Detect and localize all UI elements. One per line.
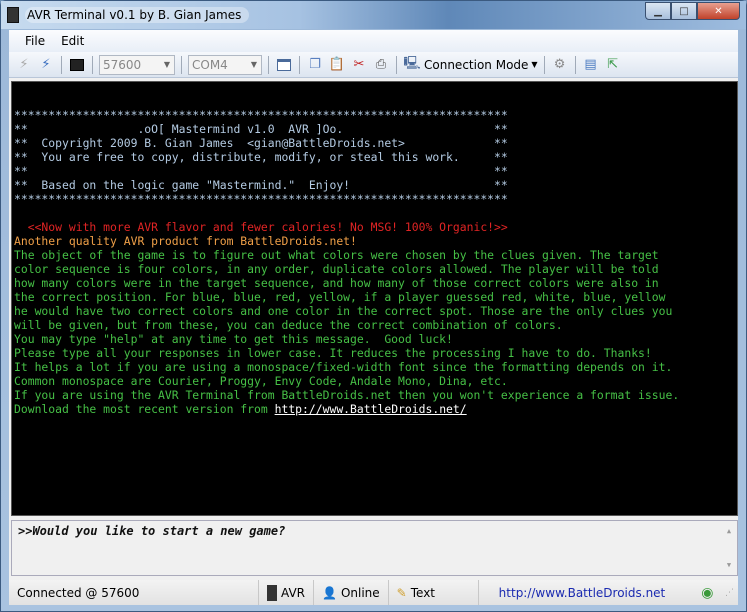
connection-status: Connected @ 57600 [9, 580, 259, 605]
baud-rate-select[interactable]: 57600 ▼ [99, 54, 175, 75]
body-line: You may type "help" at any time to get t… [14, 332, 453, 346]
command-input[interactable]: >>Would you like to start a new game? ▲ ▼ [11, 520, 738, 576]
website-link[interactable]: http://www.BattleDroids.net [479, 580, 674, 605]
download-text: Download the most recent version from [14, 402, 275, 416]
close-button[interactable]: ✕ [697, 2, 740, 20]
menu-file[interactable]: File [17, 34, 53, 48]
banner-line: ** Based on the logic game "Mastermind."… [14, 178, 508, 192]
com-port-select[interactable]: COM4 ▼ [188, 54, 262, 75]
chip-icon [267, 584, 277, 601]
divider [543, 55, 545, 74]
banner-line: ** .oO[ Mastermind v1.0 AVR ]Oo. ** [14, 122, 508, 136]
banner-line: ** Copyright 2009 B. Gian James <gian@Ba… [14, 136, 508, 150]
chevron-down-icon: ▼ [250, 60, 258, 69]
divider [92, 55, 93, 74]
website-link-text: http://www.BattleDroids.net [498, 585, 666, 600]
chevron-down-icon: ▼ [163, 60, 171, 69]
cut-icon[interactable]: ✂ [350, 56, 368, 74]
body-line: will be given, but from these, you can d… [14, 318, 563, 332]
input-text: >>Would you like to start a new game? [18, 524, 286, 538]
connection-status-text: Connected @ 57600 [17, 585, 140, 600]
banner-line: ****************************************… [14, 192, 508, 206]
title-bar[interactable]: AVR Terminal v0.1 by B. Gian James ▁ □ ✕ [1, 1, 746, 29]
scroll-up-icon[interactable]: ▲ [727, 527, 731, 535]
device-status: AVR [259, 580, 314, 605]
console-icon[interactable] [68, 56, 86, 74]
tagline: Another quality AVR product from BattleD… [14, 234, 357, 248]
presence-status: 👤 Online [314, 580, 389, 605]
body-line: If you are using the AVR Terminal from B… [14, 388, 680, 402]
connect-plug-icon[interactable]: ⚡ [37, 56, 55, 74]
toolbar: ⚡ ⚡ 57600 ▼ COM4 ▼ ❐ 📋 ✂ ⎙ 🖳 Connection Mo… [9, 52, 738, 78]
input-scrollbar[interactable]: ▲ ▼ [721, 521, 737, 575]
divider [268, 55, 269, 74]
maximize-button[interactable]: □ [671, 2, 697, 20]
device-text: AVR [281, 585, 305, 600]
divider [574, 55, 576, 74]
body-line: the correct position. For blue, blue, re… [14, 290, 666, 304]
download-link[interactable]: http://www.BattleDroids.net/ [275, 402, 467, 416]
scroll-down-icon[interactable]: ▼ [727, 561, 731, 569]
gear-icon[interactable]: ⚙ [551, 56, 569, 74]
body-line: he would have two correct colors and one… [14, 304, 673, 318]
body-line: how many colors were in the target seque… [14, 276, 659, 290]
divider [61, 55, 62, 74]
print-icon[interactable]: ⎙ [372, 56, 390, 74]
mode-text: Text [410, 585, 436, 600]
pencil-icon: ✎ [396, 585, 407, 600]
menu-edit[interactable]: Edit [53, 34, 92, 48]
app-icon [7, 7, 19, 23]
presence-text: Online [340, 585, 380, 600]
paste-icon[interactable]: 📋 [328, 56, 346, 74]
body-line: Please type all your responses in lower … [14, 346, 652, 360]
divider [396, 55, 397, 74]
document-icon[interactable]: ▤ [582, 56, 600, 74]
banner-line: ** ** [14, 164, 508, 178]
connection-mode-dropdown[interactable]: 🖳 Connection Mode ▼ [403, 55, 538, 74]
menu-bar: File Edit [9, 30, 738, 52]
promo-line: <<Now with more AVR flavor and fewer cal… [14, 220, 508, 234]
body-line: The object of the game is to figure out … [14, 248, 659, 262]
body-line: It helps a lot if you are using a monosp… [14, 360, 673, 374]
mode-status: ✎ Text [389, 580, 479, 605]
body-line: color sequence is four colors, in any or… [14, 262, 659, 276]
disconnect-plug-icon[interactable]: ⚡ [15, 56, 33, 74]
user-icon: 👤 [322, 585, 337, 600]
terminal-output[interactable]: ****************************************… [11, 81, 738, 516]
com-port-value: COM4 [192, 57, 228, 72]
computer-icon: 🖳 [403, 55, 421, 71]
copy-icon[interactable]: ❐ [306, 56, 324, 74]
window-icon[interactable] [275, 56, 293, 74]
banner-line: ** You are free to copy, distribute, mod… [14, 150, 508, 164]
export-icon[interactable]: ⇱ [604, 56, 622, 74]
app-window: AVR Terminal v0.1 by B. Gian James ▁ □ ✕… [0, 0, 747, 612]
chevron-down-icon: ▼ [531, 60, 538, 69]
window-title: AVR Terminal v0.1 by B. Gian James [25, 7, 250, 23]
minimize-button[interactable]: ▁ [645, 2, 671, 20]
body-line: Common monospace are Courier, Proggy, En… [14, 374, 508, 388]
globe-icon[interactable]: ◉ [701, 585, 713, 601]
banner-line: ****************************************… [14, 108, 508, 122]
resize-grip-icon[interactable]: ⋰ [725, 588, 734, 598]
connection-mode-label: Connection Mode [424, 57, 529, 72]
baud-rate-value: 57600 [103, 57, 142, 72]
divider [181, 55, 182, 74]
download-line: Download the most recent version from ht… [14, 402, 737, 416]
divider [299, 55, 300, 74]
status-bar: Connected @ 57600 AVR 👤 Online ✎ Text http… [9, 580, 738, 605]
